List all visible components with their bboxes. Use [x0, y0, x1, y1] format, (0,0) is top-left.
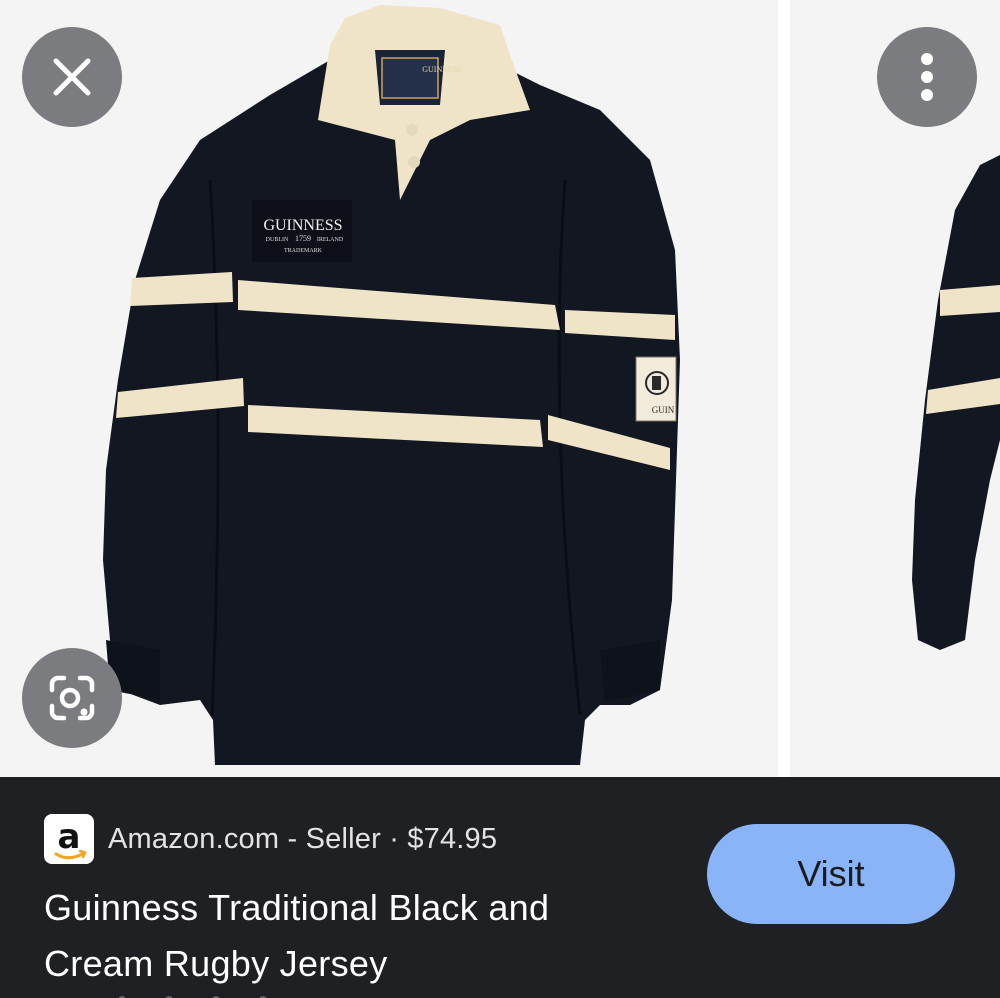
sleeve-patch-text: GUIN: [652, 405, 675, 415]
chest-brand: GUINNESS: [263, 217, 342, 234]
amazon-logo-icon: a: [44, 814, 94, 864]
rugby-jersey-image: GUINNESS GUINNESS DUBLIN 1759 IRELAND TR…: [103, 5, 680, 765]
next-product-image[interactable]: [790, 0, 1000, 777]
next-jersey-image: [912, 155, 1000, 650]
main-product-image[interactable]: GUINNESS GUINNESS DUBLIN 1759 IRELAND TR…: [0, 0, 778, 777]
image-viewer: GUINNESS GUINNESS DUBLIN 1759 IRELAND TR…: [0, 0, 1000, 777]
visit-button[interactable]: Visit: [707, 824, 955, 924]
product-title[interactable]: Guinness Traditional Black and Cream Rug…: [44, 880, 664, 992]
lens-icon: [49, 675, 95, 721]
source-row[interactable]: a Amazon.com - Seller · $74.95: [44, 814, 497, 864]
chest-year: 1759: [295, 234, 311, 243]
collar-label: GUINNESS: [422, 65, 462, 74]
more-vert-icon: [921, 53, 933, 101]
amazon-logo-graphic: a: [54, 817, 87, 860]
more-options-button[interactable]: [877, 27, 977, 127]
close-icon: [53, 58, 91, 96]
image-gap: [778, 0, 790, 777]
chest-right-text: IRELAND: [317, 237, 344, 243]
source-info-text: Amazon.com - Seller · $74.95: [108, 822, 498, 855]
close-button[interactable]: [22, 27, 122, 127]
chest-left-text: DUBLIN: [266, 237, 289, 243]
lens-search-button[interactable]: [22, 648, 122, 748]
amazon-logo-letter: a: [58, 817, 81, 857]
product-title-line-1: Guinness Traditional Black and: [44, 887, 550, 928]
product-title-line-2: Cream Rugby Jersey: [44, 943, 388, 984]
chest-trademark: TRADEMARK: [284, 248, 323, 254]
